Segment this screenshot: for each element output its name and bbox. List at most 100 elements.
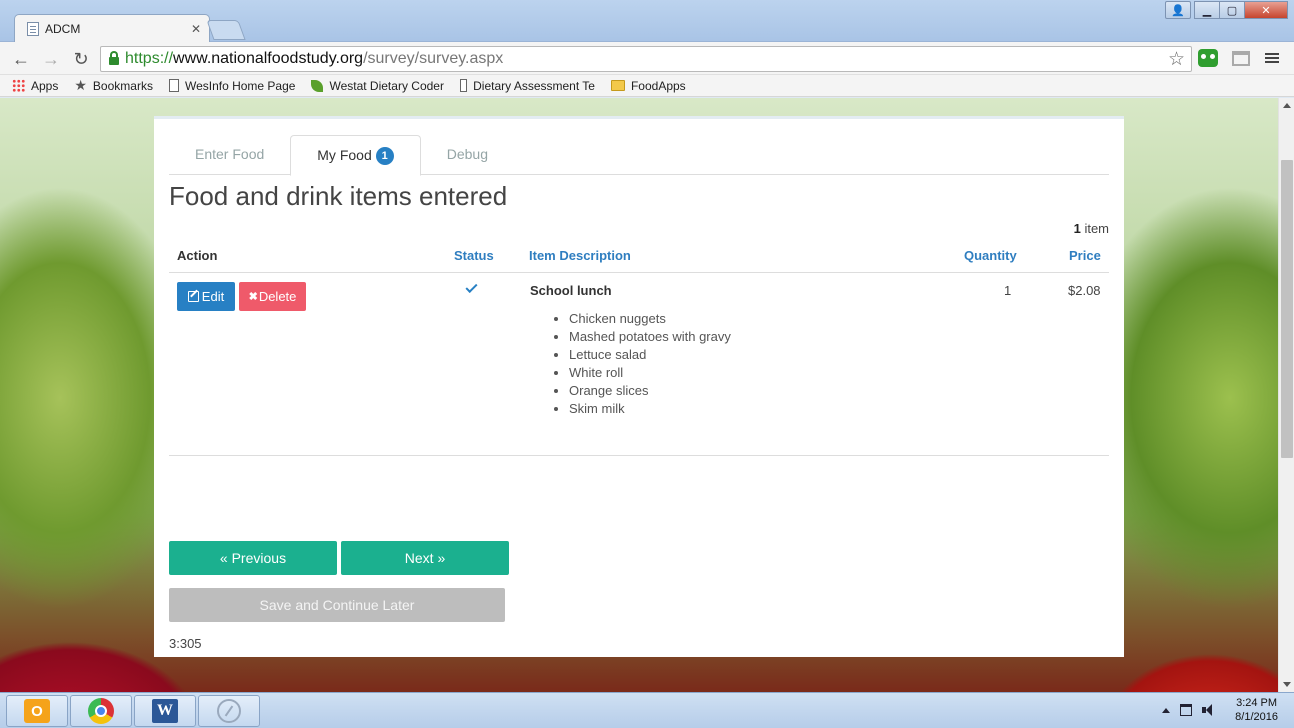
chrome-icon: [88, 698, 114, 724]
layout-extension-icon[interactable]: [1232, 51, 1250, 66]
previous-button[interactable]: « Previous: [169, 541, 337, 575]
address-bar[interactable]: https:// www.nationalfoodstudy.org /surv…: [100, 46, 1192, 72]
bookmark-label: Bookmarks: [92, 78, 153, 93]
url-path: /survey/survey.aspx: [363, 50, 504, 67]
header-quantity[interactable]: Quantity: [964, 248, 1017, 263]
table-row: Edit ✖ Delete School lunch Chicken nugge…: [169, 273, 1109, 456]
edit-label: Edit: [201, 289, 225, 304]
tab-label: Enter Food: [195, 146, 265, 162]
survey-tabs: Enter Food My Food 1 Debug: [169, 135, 1109, 176]
scroll-down-arrow-icon[interactable]: [1283, 682, 1291, 687]
bookmark-label: FoodApps: [630, 78, 686, 93]
item-count-number: 1: [1073, 221, 1081, 236]
bookmark-wesinfo[interactable]: WesInfo Home Page: [168, 78, 296, 93]
bookmark-bookmarks[interactable]: ★ Bookmarks: [74, 77, 153, 94]
user-profile-icon[interactable]: 👤: [1165, 1, 1191, 19]
edit-button[interactable]: Edit: [177, 282, 235, 311]
page-favicon-icon: [27, 22, 39, 36]
list-item: Orange slices: [569, 382, 731, 400]
browser-tab-title: ADCM: [45, 22, 81, 36]
header-status[interactable]: Status: [454, 248, 494, 263]
bookmark-dietary-assessment[interactable]: Dietary Assessment Te: [459, 78, 595, 93]
browser-toolbar: ← → ↻ https:// www.nationalfoodstudy.org…: [0, 42, 1294, 75]
list-item: White roll: [569, 364, 731, 382]
item-quantity: 1: [1004, 283, 1012, 298]
maximize-button[interactable]: ▢: [1219, 1, 1245, 19]
clock-date: 8/1/2016: [1235, 711, 1278, 723]
bookmark-label: Dietary Assessment Te: [473, 78, 595, 93]
system-tray: [1162, 704, 1214, 716]
bookmark-label: WesInfo Home Page: [184, 78, 296, 93]
minimize-button[interactable]: ▁: [1194, 1, 1220, 19]
item-count: 1 item: [1074, 221, 1109, 236]
edit-icon: [187, 291, 199, 302]
window-controls: 👤 ▁ ▢ ✕: [1165, 1, 1288, 19]
bookmark-label: Westat Dietary Coder: [329, 78, 444, 93]
delete-x-icon: ✖: [248, 291, 258, 303]
bookmark-foodapps[interactable]: FoodApps: [610, 78, 686, 93]
browser-tab[interactable]: ADCM ✕: [14, 14, 210, 43]
taskbar-chrome[interactable]: [70, 695, 132, 727]
header-price[interactable]: Price: [1069, 248, 1101, 263]
show-hidden-icons-icon[interactable]: [1162, 707, 1170, 713]
clock-time: 3:24 PM: [1236, 697, 1278, 709]
tab-enter-food[interactable]: Enter Food: [169, 135, 290, 175]
header-action: Action: [177, 248, 218, 263]
close-window-button[interactable]: ✕: [1244, 1, 1288, 19]
apps-icon: [12, 79, 25, 92]
taskbar-word[interactable]: W: [134, 695, 196, 727]
next-button[interactable]: Next »: [341, 541, 509, 575]
system-clock[interactable]: 3:24 PM 8/1/2016: [1235, 696, 1278, 724]
item-price: $2.08: [1068, 283, 1101, 298]
bookmark-star-icon[interactable]: ☆: [1168, 48, 1185, 71]
page-scrollbar[interactable]: [1278, 98, 1294, 692]
version-label: 3:305: [169, 636, 202, 651]
star-icon: ★: [74, 77, 87, 93]
browser-menu-icon[interactable]: [1265, 53, 1279, 55]
folder-icon: [610, 80, 625, 91]
forward-button[interactable]: →: [40, 48, 62, 70]
leaf-icon: [311, 79, 324, 92]
tab-my-food[interactable]: My Food 1: [290, 135, 421, 176]
delete-button[interactable]: ✖ Delete: [239, 282, 306, 311]
new-tab-button[interactable]: [206, 20, 246, 40]
bookmarks-bar: Apps ★ Bookmarks WesInfo Home Page Westa…: [0, 75, 1294, 97]
bookmark-label: Apps: [31, 78, 59, 93]
reload-button[interactable]: ↻: [70, 48, 92, 70]
save-continue-later-button[interactable]: Save and Continue Later: [169, 588, 505, 622]
back-button[interactable]: ←: [10, 48, 32, 70]
extension-icon[interactable]: [1198, 49, 1218, 67]
url-scheme: https://: [125, 50, 174, 67]
survey-panel: Enter Food My Food 1 Debug Food and drink…: [154, 116, 1124, 657]
tab-debug[interactable]: Debug: [421, 135, 514, 175]
list-item: Chicken nuggets: [569, 310, 731, 328]
bookmark-apps[interactable]: Apps: [12, 79, 58, 93]
scrollbar-thumb[interactable]: [1281, 160, 1293, 458]
url-host: www.nationalfoodstudy.org: [173, 50, 364, 67]
taskbar-snipping-tool[interactable]: [198, 695, 260, 727]
windows-taskbar: O W 3:24 PM 8/1/2016: [0, 692, 1294, 728]
item-component-list: Chicken nuggets Mashed potatoes with gra…: [569, 310, 731, 418]
tab-close-icon[interactable]: ✕: [191, 22, 201, 36]
delete-label: Delete: [258, 289, 297, 304]
secure-lock-icon: [109, 51, 119, 65]
page-icon: [168, 79, 179, 92]
item-count-badge: 1: [375, 147, 394, 165]
outlook-icon: O: [24, 699, 50, 723]
bookmark-westat-coder[interactable]: Westat Dietary Coder: [311, 79, 444, 93]
taskbar-outlook[interactable]: O: [6, 695, 68, 727]
tab-label: My Food: [317, 147, 372, 163]
word-icon: W: [152, 699, 178, 723]
browser-titlebar: ADCM ✕ 👤 ▁ ▢ ✕: [0, 0, 1294, 43]
network-icon[interactable]: [1180, 704, 1192, 716]
food-items-table: Action Status Item Description Quantity …: [169, 240, 1109, 456]
volume-icon[interactable]: [1202, 704, 1214, 716]
list-item: Lettuce salad: [569, 346, 731, 364]
list-item: Mashed potatoes with gravy: [569, 328, 731, 346]
scroll-up-arrow-icon[interactable]: [1283, 103, 1291, 108]
header-item-description[interactable]: Item Description: [529, 248, 631, 263]
snipping-tool-icon: [217, 699, 241, 723]
item-title: School lunch: [530, 283, 612, 298]
table-header: Action Status Item Description Quantity …: [169, 240, 1109, 273]
page-title: Food and drink items entered: [169, 181, 508, 211]
